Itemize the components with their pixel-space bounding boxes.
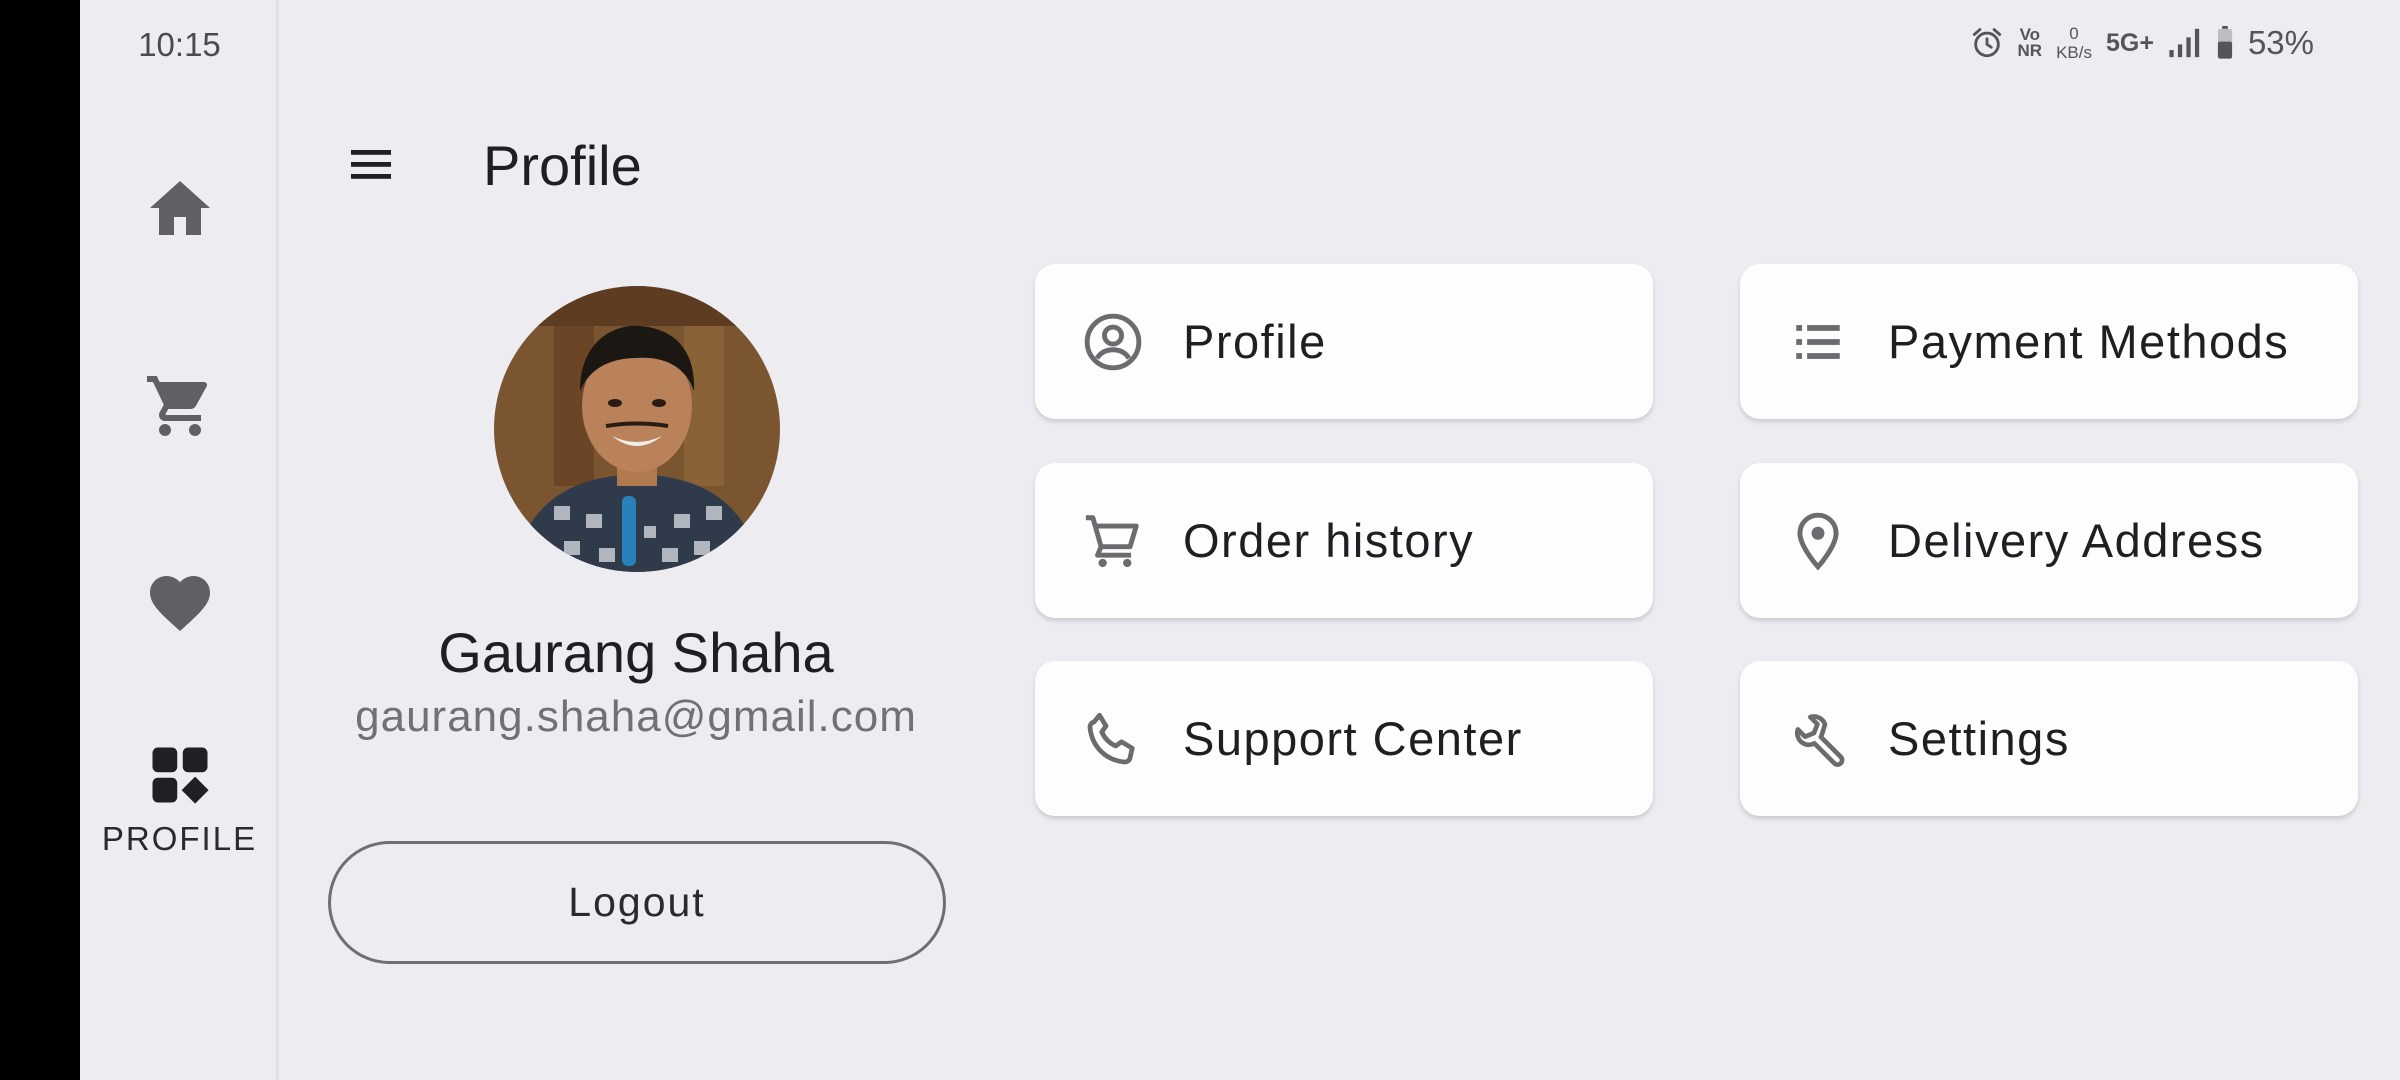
- nav-favorites[interactable]: [80, 567, 279, 639]
- battery-percent: 53%: [2247, 24, 2314, 61]
- location-pin-icon: [1797, 512, 1839, 571]
- nav-cart[interactable]: [80, 370, 279, 442]
- network-type: 5G+: [2105, 28, 2154, 57]
- user-name: Gaurang Shaha: [438, 621, 834, 684]
- wrench-icon: [1794, 713, 1845, 767]
- support-center-card[interactable]: Support Center: [1035, 661, 1653, 816]
- home-icon: [149, 181, 210, 235]
- hamburger-menu-icon: [351, 150, 391, 179]
- heart-icon: [149, 576, 210, 632]
- order-history-card-label: Order history: [1183, 514, 1475, 567]
- settings-card[interactable]: Settings: [1740, 661, 2358, 816]
- signal-icon: [2169, 28, 2200, 58]
- screen-edge: [0, 0, 80, 1080]
- settings-card-label: Settings: [1888, 712, 2070, 765]
- battery-icon: [2217, 26, 2233, 59]
- alarm-icon: [1972, 28, 2001, 58]
- profile-card[interactable]: Profile: [1035, 264, 1653, 419]
- nav-profile[interactable]: PROFILE: [80, 742, 279, 858]
- delivery-address-card-label: Delivery Address: [1888, 514, 2265, 567]
- avatar: [494, 286, 780, 572]
- nav-rail: 10:15 PROFILE: [80, 0, 279, 1080]
- status-time: 10:15: [138, 26, 221, 63]
- logout-button[interactable]: Logout: [328, 841, 946, 964]
- phone-icon: [1087, 712, 1135, 764]
- status-bar: Vo NR 0 KB/s 5G+ 53%: [1970, 24, 2314, 62]
- account-circle-icon: [1084, 313, 1142, 370]
- cart-outline-icon: [1085, 514, 1139, 567]
- nav-profile-label: PROFILE: [101, 820, 258, 857]
- nav-home[interactable]: [80, 172, 279, 244]
- delivery-address-card[interactable]: Delivery Address: [1740, 463, 2358, 618]
- page-title: Profile: [483, 134, 642, 197]
- dashboard-icon: [152, 747, 209, 804]
- list-icon: [1796, 324, 1840, 359]
- network-speed: 0 KB/s: [2056, 24, 2092, 62]
- volte-indicator: Vo NR: [2017, 25, 2043, 60]
- payment-methods-card[interactable]: Payment Methods: [1740, 264, 2358, 419]
- user-email: gaurang.shaha@gmail.com: [355, 692, 917, 741]
- cart-icon: [146, 376, 207, 436]
- order-history-card[interactable]: Order history: [1035, 463, 1653, 618]
- payment-methods-card-label: Payment Methods: [1888, 315, 2290, 368]
- profile-card-label: Profile: [1183, 315, 1327, 368]
- menu-button[interactable]: [347, 144, 399, 184]
- support-center-card-label: Support Center: [1183, 712, 1523, 765]
